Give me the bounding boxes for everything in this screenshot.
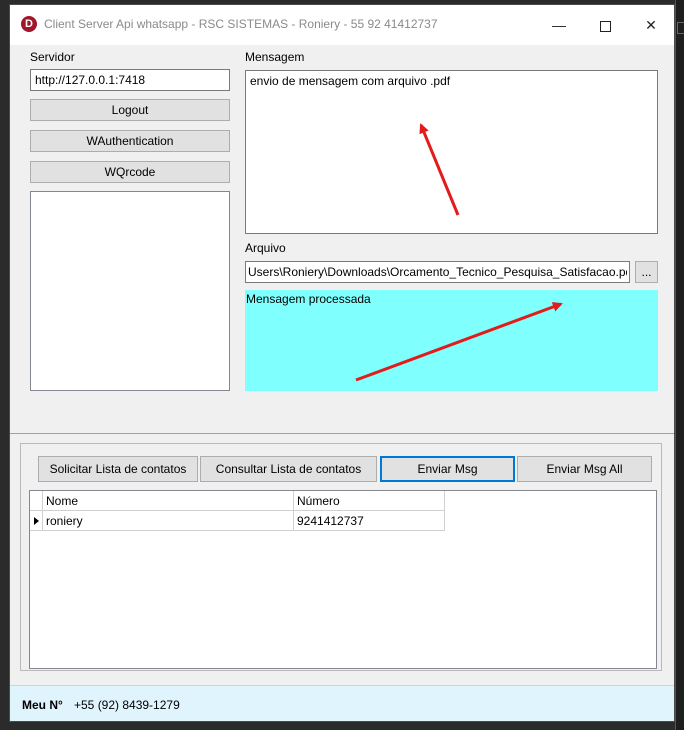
- grid-header-name[interactable]: Nome: [43, 491, 294, 511]
- current-row-arrow-icon: [34, 517, 39, 525]
- browse-file-button[interactable]: ...: [635, 261, 658, 283]
- grid-cell-name[interactable]: roniery: [43, 511, 294, 531]
- message-label: Mensagem: [245, 50, 305, 64]
- message-textarea[interactable]: envio de mensagem com arquivo .pdf: [245, 70, 658, 234]
- result-memo[interactable]: Mensagem processada: [245, 290, 658, 391]
- app-logo-icon: D: [21, 16, 37, 32]
- status-bar: Meu N° +55 (92) 8439-1279: [10, 685, 674, 721]
- window-title: Client Server Api whatsapp - RSC SISTEMA…: [44, 17, 438, 31]
- grid-cell-number[interactable]: 9241412737: [294, 511, 445, 531]
- maximize-button[interactable]: [582, 5, 628, 45]
- minimize-button[interactable]: —: [536, 5, 582, 45]
- file-label: Arquivo: [245, 241, 286, 255]
- my-number-value: +55 (92) 8439-1279: [74, 698, 180, 712]
- grid-header-number[interactable]: Número: [294, 491, 445, 511]
- app-window: D Client Server Api whatsapp - RSC SISTE…: [9, 4, 675, 722]
- wauthentication-button[interactable]: WAuthentication: [30, 130, 230, 152]
- maximize-icon: [599, 20, 611, 32]
- request-contacts-button[interactable]: Solicitar Lista de contatos: [38, 456, 198, 482]
- background-edge-line: [675, 0, 676, 730]
- server-input[interactable]: [30, 69, 230, 91]
- send-message-all-button[interactable]: Enviar Msg All: [517, 456, 652, 482]
- send-message-button[interactable]: Enviar Msg: [380, 456, 515, 482]
- section-divider: [10, 433, 674, 434]
- row-indicator[interactable]: [30, 511, 43, 531]
- background-tab: [677, 22, 684, 34]
- contacts-grid[interactable]: Nome Número roniery 9241412737: [29, 490, 657, 669]
- consult-contacts-button[interactable]: Consultar Lista de contatos: [200, 456, 377, 482]
- grid-corner: [30, 491, 43, 511]
- logout-button[interactable]: Logout: [30, 99, 230, 121]
- background-window-edge: [675, 0, 684, 730]
- title-bar[interactable]: D Client Server Api whatsapp - RSC SISTE…: [10, 5, 674, 45]
- server-label: Servidor: [30, 50, 75, 64]
- wqrcode-button[interactable]: WQrcode: [30, 161, 230, 183]
- close-button[interactable]: ✕: [628, 5, 674, 45]
- file-path-input[interactable]: [245, 261, 630, 283]
- left-listbox[interactable]: [30, 191, 230, 391]
- my-number-label: Meu N°: [22, 698, 63, 712]
